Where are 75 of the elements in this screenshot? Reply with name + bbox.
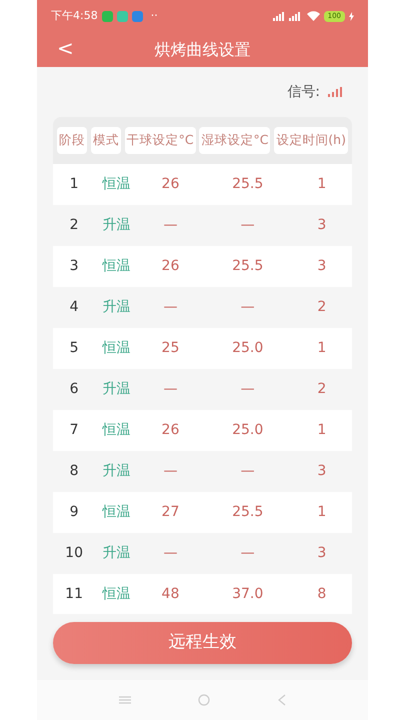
table-cell-text: — xyxy=(240,216,256,235)
table-cell-text: 2 xyxy=(316,298,328,317)
table-cell-text: 27 xyxy=(160,502,180,522)
wifi-icon xyxy=(306,11,320,21)
home-icon[interactable] xyxy=(198,694,210,706)
table-cell-text: 1 xyxy=(316,502,328,522)
app-icon xyxy=(116,10,128,22)
column-header: 湿球设定°C xyxy=(199,127,270,154)
table-cell-text: 7 xyxy=(68,420,80,440)
table-cell-text: 11 xyxy=(64,584,84,604)
apply-remotely-button[interactable]: 远程生效 xyxy=(53,622,352,664)
column-header: 模式 xyxy=(90,127,121,154)
table-cell-text: — xyxy=(162,462,178,481)
table-cell-text: 升温 xyxy=(101,380,132,399)
table-cell-text: 25 xyxy=(160,338,180,358)
app-icon xyxy=(132,10,143,22)
table-cell-text: — xyxy=(240,380,256,399)
table-cell-text: 1 xyxy=(316,174,328,194)
table-cell-text: 恒温 xyxy=(101,502,132,522)
more-notifications: ·· xyxy=(150,8,158,24)
table-cell-text: — xyxy=(162,544,178,563)
table-cell-text: 升温 xyxy=(101,544,132,563)
table-cell-text: 6 xyxy=(68,380,80,399)
table-cell-text: 3 xyxy=(316,256,328,276)
table-cell-text: 8 xyxy=(316,584,328,604)
column-header: 干球设定°C xyxy=(124,127,196,154)
table-cell-text: 2 xyxy=(316,380,328,399)
back-icon[interactable] xyxy=(278,694,286,706)
table-cell-text: 恒温 xyxy=(101,174,132,194)
column-header: 设定时间(h) xyxy=(274,127,348,154)
table-cell-text: 升温 xyxy=(101,462,132,481)
charging-icon xyxy=(349,12,354,20)
table-cell-text: 恒温 xyxy=(101,338,132,358)
table-cell-text: 48 xyxy=(160,584,180,604)
table-cell-text: 26 xyxy=(160,256,180,276)
table-cell-text: 25.0 xyxy=(231,338,264,358)
table-cell-text: 1 xyxy=(68,174,80,194)
page-title: 烘烤曲线设置 xyxy=(154,38,250,60)
back-button[interactable]: < xyxy=(51,34,80,62)
table-cell-text: 升温 xyxy=(101,216,132,235)
table-cell-text: 恒温 xyxy=(101,584,132,604)
table-cell-text: 升温 xyxy=(101,298,132,317)
signal-strength-icon xyxy=(328,87,342,97)
table-cell-text: 3 xyxy=(316,544,328,563)
table-cell-text: 1 xyxy=(316,420,328,440)
status-time: 下午4:58 xyxy=(51,8,98,24)
table-cell-text: — xyxy=(240,462,256,481)
table-cell-text: 26 xyxy=(160,174,180,194)
table-cell-text: 3 xyxy=(68,256,80,276)
table-cell-text: 2 xyxy=(68,216,80,235)
table-cell-text: — xyxy=(162,216,178,235)
table-cell-text: 4 xyxy=(68,298,80,317)
column-header: 阶段 xyxy=(57,127,87,154)
cell-signal-icon xyxy=(272,11,303,21)
table-cell-text: 恒温 xyxy=(101,256,132,276)
table-cell-text: — xyxy=(240,298,256,317)
table-cell-text: 25.5 xyxy=(231,256,264,276)
table-cell-text: 3 xyxy=(316,462,328,481)
table-cell-text: 1 xyxy=(316,338,328,358)
table-cell-text: 5 xyxy=(68,338,80,358)
table-cell-text: 9 xyxy=(68,502,80,522)
table-cell-text: 恒温 xyxy=(101,420,132,440)
table-cell-text: — xyxy=(240,544,256,563)
signal-label: 信号: xyxy=(287,82,320,102)
table-cell-text: 37.0 xyxy=(231,584,264,604)
table-cell-text: — xyxy=(162,380,178,399)
table-cell-text: 26 xyxy=(160,420,180,440)
table-cell-text: 3 xyxy=(316,216,328,235)
table-cell-text: 25.0 xyxy=(231,420,264,440)
table-cell-text: 8 xyxy=(68,462,80,481)
table-cell-text: 25.5 xyxy=(231,174,264,194)
table-cell-text: — xyxy=(162,298,178,317)
menu-icon[interactable] xyxy=(118,695,131,705)
table-cell-text: 10 xyxy=(64,544,84,563)
table-cell-text: 25.5 xyxy=(231,502,264,522)
